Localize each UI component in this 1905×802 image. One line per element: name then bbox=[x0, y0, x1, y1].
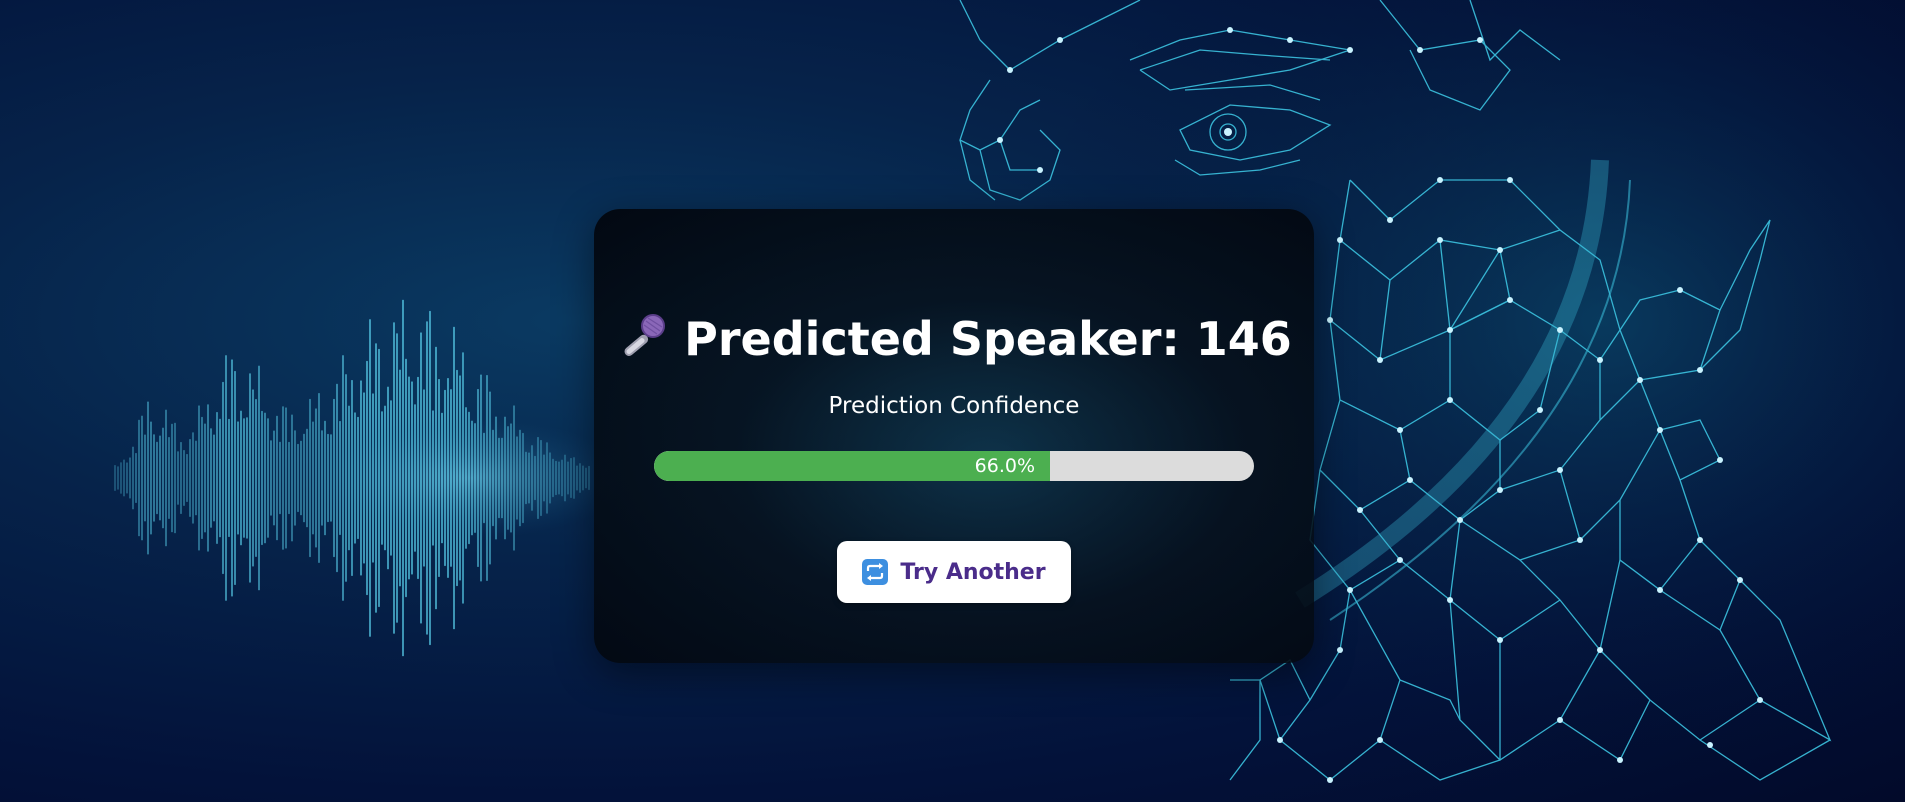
confidence-heading: Prediction Confidence bbox=[828, 393, 1080, 419]
speaker-id: 146 bbox=[1195, 312, 1292, 366]
confidence-percent-label: 66.0% bbox=[974, 455, 1035, 477]
try-another-label: Try Another bbox=[900, 559, 1046, 585]
title-prefix: Predicted Speaker: bbox=[684, 312, 1196, 366]
microphone-icon bbox=[624, 314, 666, 356]
waveform-glow bbox=[310, 418, 630, 538]
confidence-progress-bar: 66.0% bbox=[654, 451, 1254, 481]
try-another-button[interactable]: Try Another bbox=[837, 541, 1071, 603]
app-background: Predicted Speaker: 146 Prediction Confid… bbox=[0, 0, 1905, 802]
repeat-icon bbox=[862, 559, 889, 585]
prediction-result-card: Predicted Speaker: 146 Prediction Confid… bbox=[594, 209, 1314, 663]
result-title: Predicted Speaker: 146 bbox=[594, 309, 1314, 369]
confidence-progress-fill: 66.0% bbox=[654, 451, 1050, 481]
